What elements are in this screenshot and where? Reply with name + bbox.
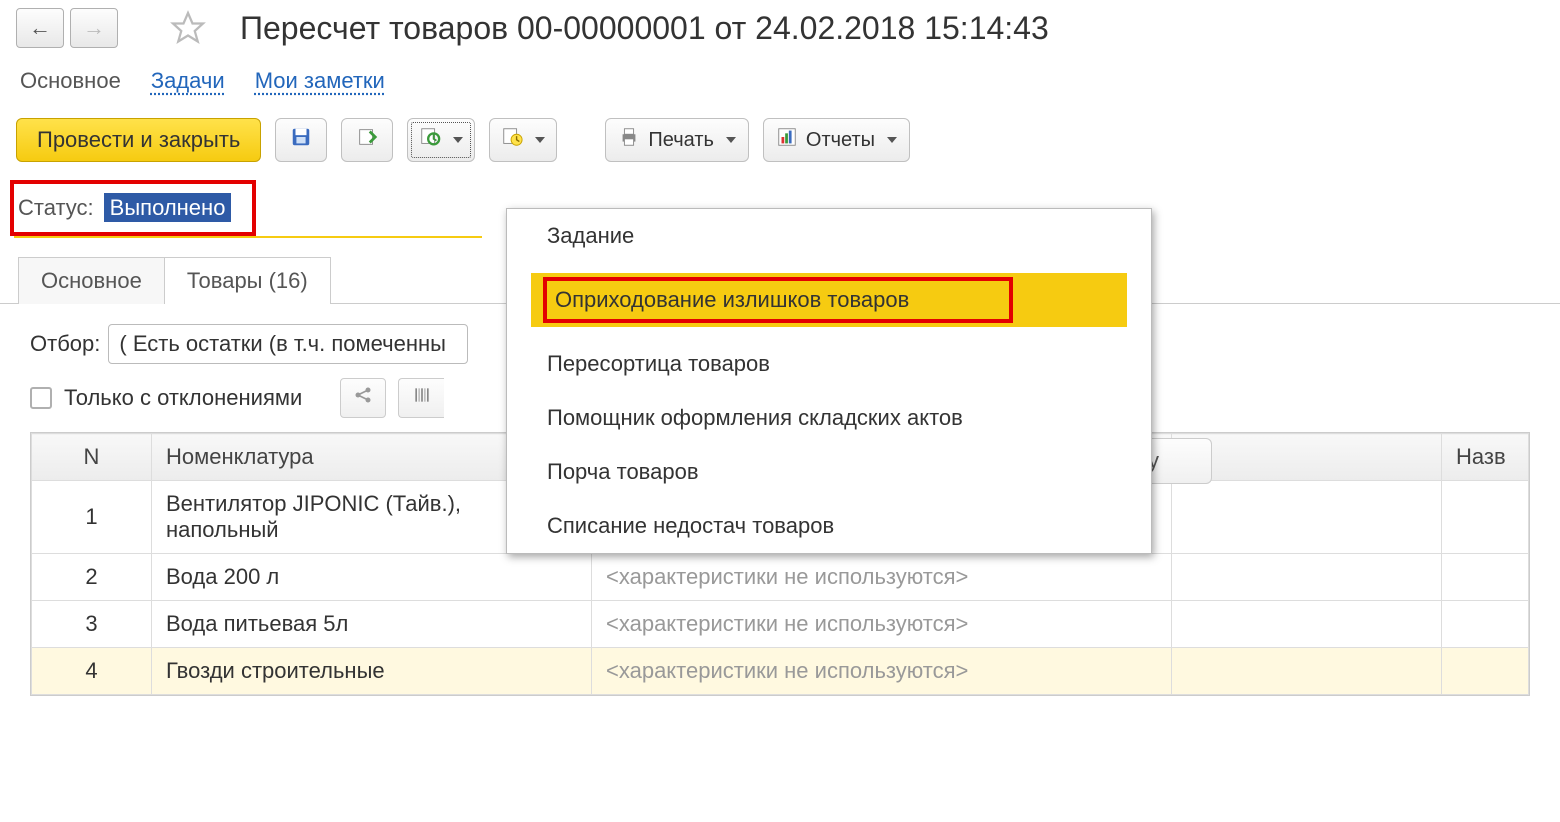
header: ← → Пересчет товаров 00-00000001 от 24.0… — [0, 0, 1560, 56]
status-value: Выполнено — [104, 193, 232, 222]
chevron-down-icon — [535, 137, 545, 143]
create-icon — [419, 126, 441, 154]
cell-char: <характеристики не используются> — [592, 601, 1172, 648]
col-number[interactable]: N — [32, 434, 152, 481]
menu-item-surplus-label: Оприходование излишков товаров — [543, 277, 1013, 323]
subnav-tasks[interactable]: Задачи — [151, 68, 225, 94]
chevron-down-icon — [453, 137, 463, 143]
clock-icon — [501, 126, 523, 154]
reports-label: Отчеты — [806, 129, 875, 152]
share-icon — [353, 385, 373, 411]
save-button[interactable] — [275, 118, 327, 162]
cell-empty — [1172, 601, 1442, 648]
create-based-on-button[interactable] — [407, 118, 475, 162]
cell-empty — [1172, 554, 1442, 601]
toolbar: Провести и закрыть Печать Отчеты — [0, 102, 1560, 170]
tab-main[interactable]: Основное — [18, 257, 165, 304]
subnav: Основное Задачи Мои заметки — [0, 56, 1560, 102]
create-based-on-menu: Задание Оприходование излишков товаров П… — [506, 208, 1152, 554]
export-icon — [356, 126, 378, 154]
barcode-button[interactable] — [398, 378, 444, 418]
menu-item-task[interactable]: Задание — [507, 209, 1151, 263]
cell-empty — [1172, 481, 1442, 554]
menu-item-surplus-posting[interactable]: Оприходование излишков товаров — [531, 273, 1127, 327]
cell-n: 4 — [32, 648, 152, 695]
favorite-star-icon[interactable] — [170, 10, 206, 46]
print-button[interactable]: Печать — [605, 118, 749, 162]
cell-char: <характеристики не используются> — [592, 554, 1172, 601]
chart-icon — [776, 126, 798, 154]
cell-name: Вода питьевая 5л — [152, 601, 592, 648]
history-button[interactable] — [489, 118, 557, 162]
reports-button[interactable]: Отчеты — [763, 118, 910, 162]
cell-n: 3 — [32, 601, 152, 648]
document-title: Пересчет товаров 00-00000001 от 24.02.20… — [240, 10, 1049, 47]
post-and-close-button[interactable]: Провести и закрыть — [16, 118, 261, 162]
post-button[interactable] — [341, 118, 393, 162]
menu-item-shortage-writeoff[interactable]: Списание недостач товаров — [507, 499, 1151, 553]
table-row[interactable]: 4 Гвозди строительные <характеристики не… — [32, 648, 1529, 695]
share-button[interactable] — [340, 378, 386, 418]
status-underline — [14, 236, 482, 238]
menu-item-spoilage[interactable]: Порча товаров — [507, 445, 1151, 499]
subnav-notes[interactable]: Мои заметки — [255, 68, 385, 94]
table-row[interactable]: 3 Вода питьевая 5л <характеристики не ис… — [32, 601, 1529, 648]
forward-button[interactable]: → — [70, 8, 118, 48]
col-nazv[interactable]: Назв — [1442, 434, 1529, 481]
chevron-down-icon — [887, 137, 897, 143]
nav-buttons: ← → — [16, 8, 118, 48]
cell-char: <характеристики не используются> — [592, 648, 1172, 695]
filter-label: Отбор: — [30, 331, 100, 357]
cell-name: Вода 200 л — [152, 554, 592, 601]
printer-icon — [618, 126, 640, 154]
col-empty[interactable] — [1172, 434, 1442, 481]
tab-goods[interactable]: Товары (16) — [165, 257, 331, 304]
barcode-icon — [412, 385, 432, 411]
back-button[interactable]: ← — [16, 8, 64, 48]
cell-n: 1 — [32, 481, 152, 554]
table-row[interactable]: 2 Вода 200 л <характеристики не использу… — [32, 554, 1529, 601]
status-label: Статус: — [18, 195, 94, 221]
menu-item-regrade[interactable]: Пересортица товаров — [507, 337, 1151, 391]
subnav-main[interactable]: Основное — [20, 68, 121, 94]
cell-empty — [1172, 648, 1442, 695]
cell-nazv — [1442, 601, 1529, 648]
chevron-down-icon — [726, 137, 736, 143]
cell-nazv — [1442, 481, 1529, 554]
cell-name: Гвозди строительные — [152, 648, 592, 695]
print-label: Печать — [648, 129, 714, 152]
deviations-checkbox[interactable] — [30, 387, 52, 409]
status-dropdown[interactable]: Выполнено — [104, 195, 232, 221]
cell-nazv — [1442, 648, 1529, 695]
filter-input[interactable]: ( Есть остатки (в т.ч. помеченны — [108, 324, 468, 364]
status-field: Статус: Выполнено — [10, 180, 256, 236]
cell-nazv — [1442, 554, 1529, 601]
menu-item-warehouse-acts-assistant[interactable]: Помощник оформления складских актов — [507, 391, 1151, 445]
save-icon — [290, 126, 312, 154]
cell-n: 2 — [32, 554, 152, 601]
deviations-label: Только с отклонениями — [64, 385, 302, 411]
